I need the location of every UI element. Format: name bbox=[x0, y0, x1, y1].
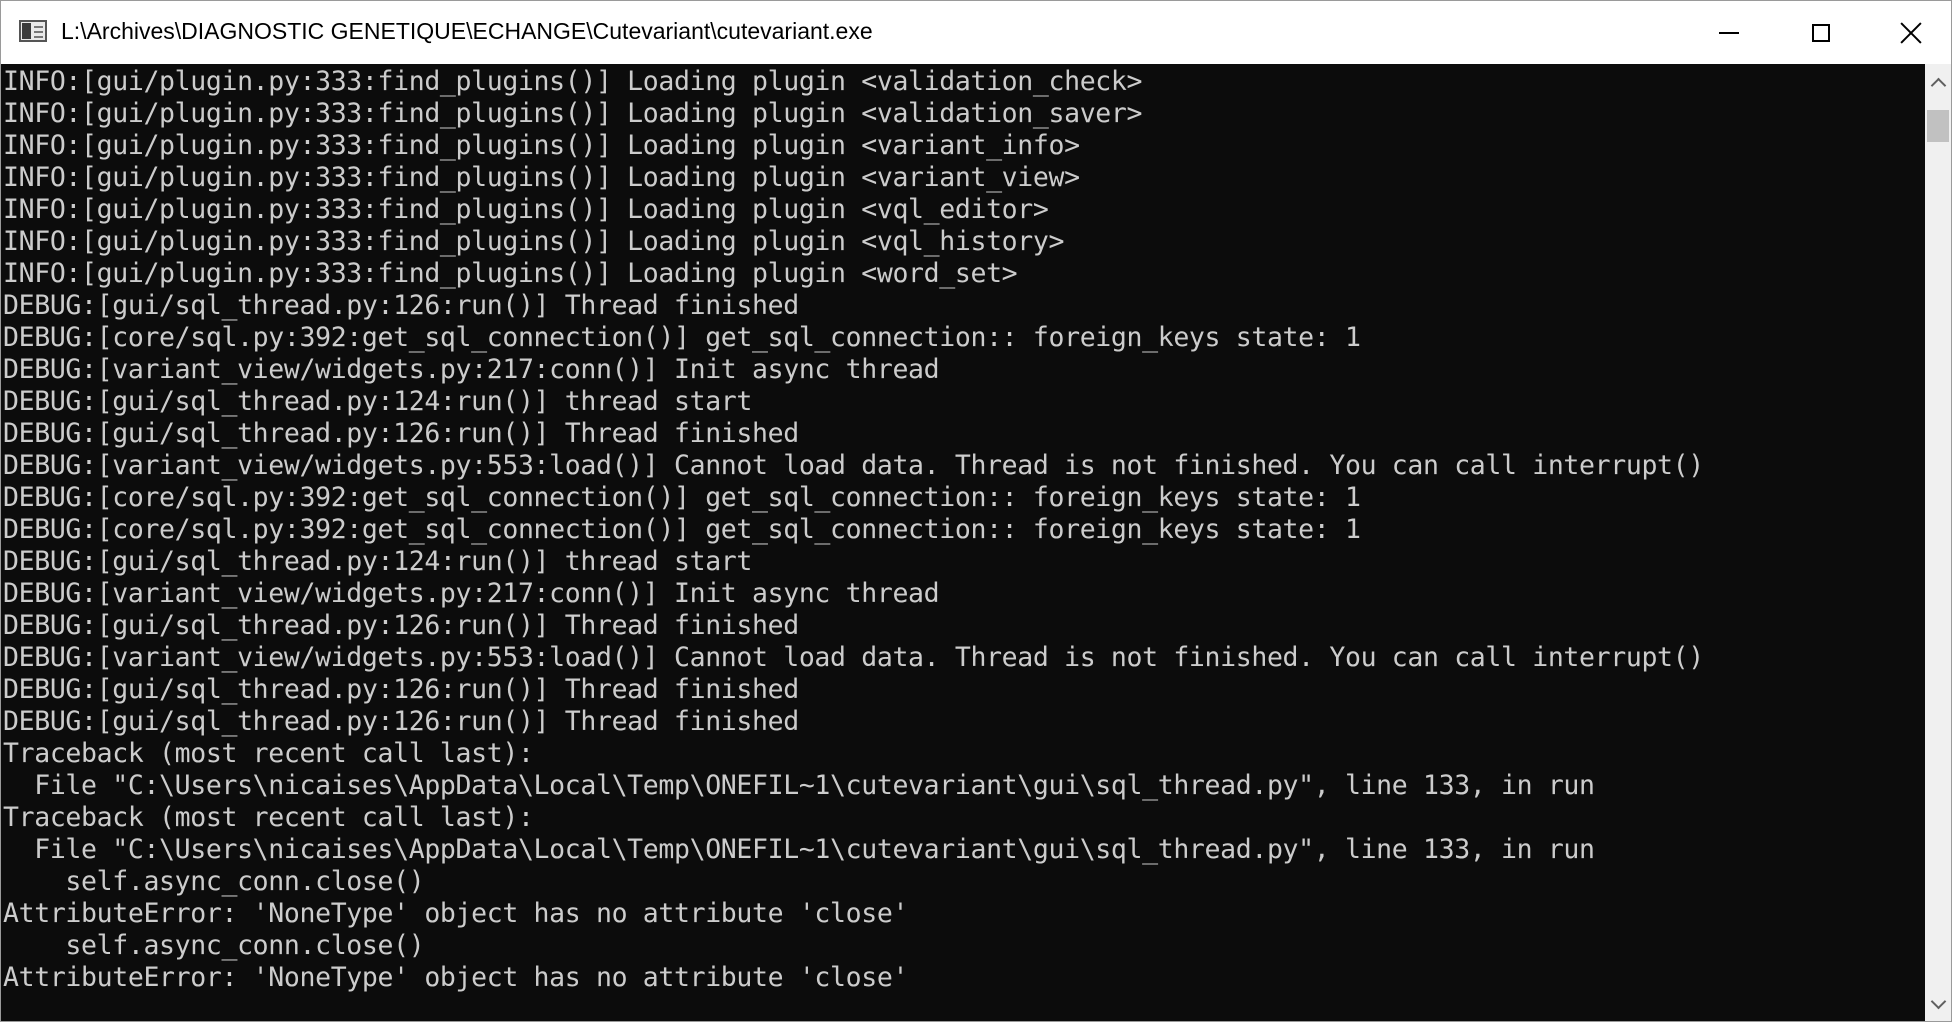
log-line: DEBUG:[variant_view/widgets.py:217:conn(… bbox=[3, 354, 940, 385]
chevron-down-icon bbox=[1930, 993, 1946, 1009]
scroll-up-button[interactable] bbox=[1925, 64, 1951, 100]
log-line: DEBUG:[gui/sql_thread.py:126:run()] Thre… bbox=[3, 706, 799, 737]
log-line: DEBUG:[gui/sql_thread.py:124:run()] thre… bbox=[3, 386, 753, 417]
log-line: INFO:[gui/plugin.py:333:find_plugins()] … bbox=[3, 130, 1080, 161]
log-line: self.async_conn.close() bbox=[3, 930, 425, 961]
log-line: DEBUG:[core/sql.py:392:get_sql_connectio… bbox=[3, 514, 1361, 545]
log-line: INFO:[gui/plugin.py:333:find_plugins()] … bbox=[3, 66, 1143, 97]
chevron-up-icon bbox=[1930, 77, 1946, 93]
log-line: AttributeError: 'NoneType' object has no… bbox=[3, 962, 909, 993]
maximize-button[interactable] bbox=[1775, 1, 1867, 64]
log-line: INFO:[gui/plugin.py:333:find_plugins()] … bbox=[3, 162, 1080, 193]
log-line: INFO:[gui/plugin.py:333:find_plugins()] … bbox=[3, 194, 1049, 225]
log-lines: INFO:[gui/plugin.py:333:find_plugins()] … bbox=[3, 66, 1704, 994]
console-window: L:\Archives\DIAGNOSTIC GENETIQUE\ECHANGE… bbox=[0, 0, 1952, 1022]
log-line: DEBUG:[core/sql.py:392:get_sql_connectio… bbox=[3, 322, 1361, 353]
log-line: AttributeError: 'NoneType' object has no… bbox=[3, 898, 909, 929]
log-line: DEBUG:[variant_view/widgets.py:553:load(… bbox=[3, 450, 1704, 481]
log-line: self.async_conn.close() bbox=[3, 866, 425, 897]
minimize-button[interactable] bbox=[1683, 1, 1775, 64]
log-line: DEBUG:[variant_view/widgets.py:553:load(… bbox=[3, 642, 1704, 673]
log-line: File "C:\Users\nicaises\AppData\Local\Te… bbox=[3, 770, 1595, 801]
log-line: DEBUG:[gui/sql_thread.py:124:run()] thre… bbox=[3, 546, 753, 577]
log-line: DEBUG:[gui/sql_thread.py:126:run()] Thre… bbox=[3, 674, 799, 705]
window-title: L:\Archives\DIAGNOSTIC GENETIQUE\ECHANGE… bbox=[61, 18, 873, 44]
minimize-icon bbox=[1719, 31, 1739, 34]
console-output[interactable]: INFO:[gui/plugin.py:333:find_plugins()] … bbox=[1, 64, 1925, 1021]
title-bar[interactable]: L:\Archives\DIAGNOSTIC GENETIQUE\ECHANGE… bbox=[1, 1, 1951, 64]
log-line: DEBUG:[gui/sql_thread.py:126:run()] Thre… bbox=[3, 290, 799, 321]
log-line: File "C:\Users\nicaises\AppData\Local\Te… bbox=[3, 834, 1595, 865]
scroll-down-button[interactable] bbox=[1925, 986, 1951, 1021]
close-icon bbox=[1899, 21, 1923, 45]
scroll-thumb[interactable] bbox=[1927, 110, 1949, 142]
log-line: DEBUG:[core/sql.py:392:get_sql_connectio… bbox=[3, 482, 1361, 513]
log-line: INFO:[gui/plugin.py:333:find_plugins()] … bbox=[3, 98, 1143, 129]
close-button[interactable] bbox=[1865, 1, 1951, 64]
log-line: INFO:[gui/plugin.py:333:find_plugins()] … bbox=[3, 226, 1065, 257]
log-line: DEBUG:[variant_view/widgets.py:217:conn(… bbox=[3, 578, 940, 609]
log-line: DEBUG:[gui/sql_thread.py:126:run()] Thre… bbox=[3, 418, 799, 449]
vertical-scrollbar[interactable] bbox=[1925, 64, 1951, 1021]
log-line: Traceback (most recent call last): bbox=[3, 738, 534, 769]
log-line: Traceback (most recent call last): bbox=[3, 802, 534, 833]
console-app-icon[interactable] bbox=[19, 20, 47, 42]
log-line: INFO:[gui/plugin.py:333:find_plugins()] … bbox=[3, 258, 1018, 289]
log-line: DEBUG:[gui/sql_thread.py:126:run()] Thre… bbox=[3, 610, 799, 641]
maximize-icon bbox=[1812, 23, 1830, 42]
